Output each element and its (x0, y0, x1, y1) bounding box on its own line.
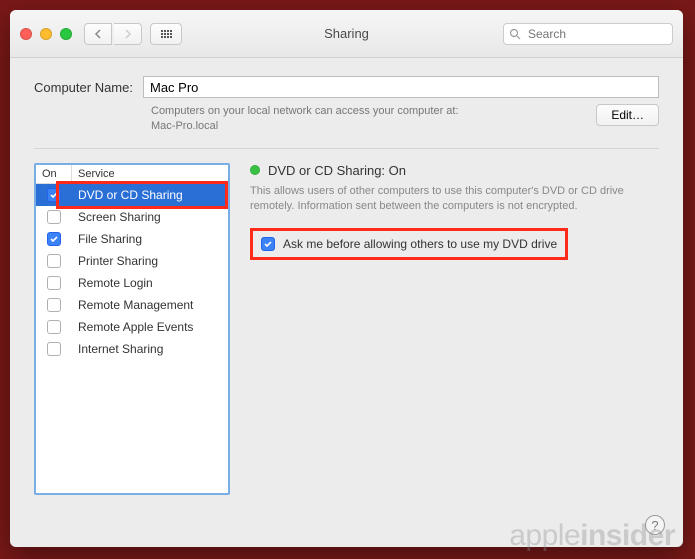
chevron-right-icon (124, 29, 132, 39)
status-line: DVD or CD Sharing: On (250, 163, 659, 178)
service-rows: DVD or CD Sharing Screen Sharing File Shar… (36, 184, 228, 360)
window-title: Sharing (324, 26, 369, 41)
computer-name-subrow: Computers on your local network can acce… (151, 104, 659, 134)
show-all-button[interactable] (150, 23, 182, 45)
service-label: Remote Apple Events (72, 320, 228, 334)
service-checkbox[interactable] (47, 342, 61, 356)
service-checkbox[interactable] (47, 188, 61, 202)
service-label: File Sharing (72, 232, 228, 246)
service-label: Remote Login (72, 276, 228, 290)
watermark: appleinsider (509, 519, 675, 553)
service-label: Remote Management (72, 298, 228, 312)
status-description: This allows users of other computers to … (250, 184, 659, 215)
computer-name-input[interactable] (143, 76, 659, 98)
service-label: DVD or CD Sharing (72, 188, 228, 202)
ask-checkbox[interactable] (261, 237, 275, 251)
service-checkbox[interactable] (47, 254, 61, 268)
service-row[interactable]: DVD or CD Sharing (36, 184, 228, 206)
service-list: On Service DVD or CD Sharing Screen Shari… (34, 163, 230, 495)
detail-pane: DVD or CD Sharing: On This allows users … (250, 163, 659, 495)
service-checkbox[interactable] (47, 320, 61, 334)
back-button[interactable] (84, 23, 112, 45)
computer-name-row: Computer Name: (34, 76, 659, 98)
zoom-icon[interactable] (60, 28, 72, 40)
status-indicator-icon (250, 165, 260, 175)
service-row[interactable]: Remote Management (36, 294, 228, 316)
preferences-window: Sharing Computer Name: Computers on your… (10, 10, 683, 547)
minimize-icon[interactable] (40, 28, 52, 40)
content-area: Computer Name: Computers on your local n… (10, 58, 683, 507)
close-icon[interactable] (20, 28, 32, 40)
service-label: Printer Sharing (72, 254, 228, 268)
window-controls (20, 28, 72, 40)
service-checkbox[interactable] (47, 298, 61, 312)
service-checkbox[interactable] (47, 232, 61, 246)
service-list-header: On Service (36, 165, 228, 184)
header-on: On (36, 165, 72, 183)
search-input[interactable] (503, 23, 673, 45)
header-service: Service (72, 165, 228, 183)
main-area: On Service DVD or CD Sharing Screen Shari… (34, 163, 659, 495)
service-row[interactable]: Printer Sharing (36, 250, 228, 272)
forward-button[interactable] (114, 23, 142, 45)
service-row[interactable]: Remote Login (36, 272, 228, 294)
service-checkbox[interactable] (47, 210, 61, 224)
service-row[interactable]: Internet Sharing (36, 338, 228, 360)
service-label: Internet Sharing (72, 342, 228, 356)
status-title: DVD or CD Sharing: On (268, 163, 406, 178)
titlebar: Sharing (10, 10, 683, 58)
ask-before-row: Ask me before allowing others to use my … (250, 228, 568, 260)
search-field-wrap (503, 23, 673, 45)
ask-checkbox-label: Ask me before allowing others to use my … (283, 237, 557, 251)
service-row[interactable]: Screen Sharing (36, 206, 228, 228)
nav-buttons (84, 23, 142, 45)
service-label: Screen Sharing (72, 210, 228, 224)
edit-button[interactable]: Edit… (596, 104, 659, 126)
computer-name-description: Computers on your local network can acce… (151, 104, 584, 134)
service-row[interactable]: File Sharing (36, 228, 228, 250)
chevron-left-icon (94, 29, 102, 39)
divider (34, 148, 659, 149)
service-checkbox[interactable] (47, 276, 61, 290)
grid-icon (161, 30, 172, 38)
computer-name-label: Computer Name: (34, 76, 133, 95)
service-row[interactable]: Remote Apple Events (36, 316, 228, 338)
search-icon (509, 27, 521, 45)
